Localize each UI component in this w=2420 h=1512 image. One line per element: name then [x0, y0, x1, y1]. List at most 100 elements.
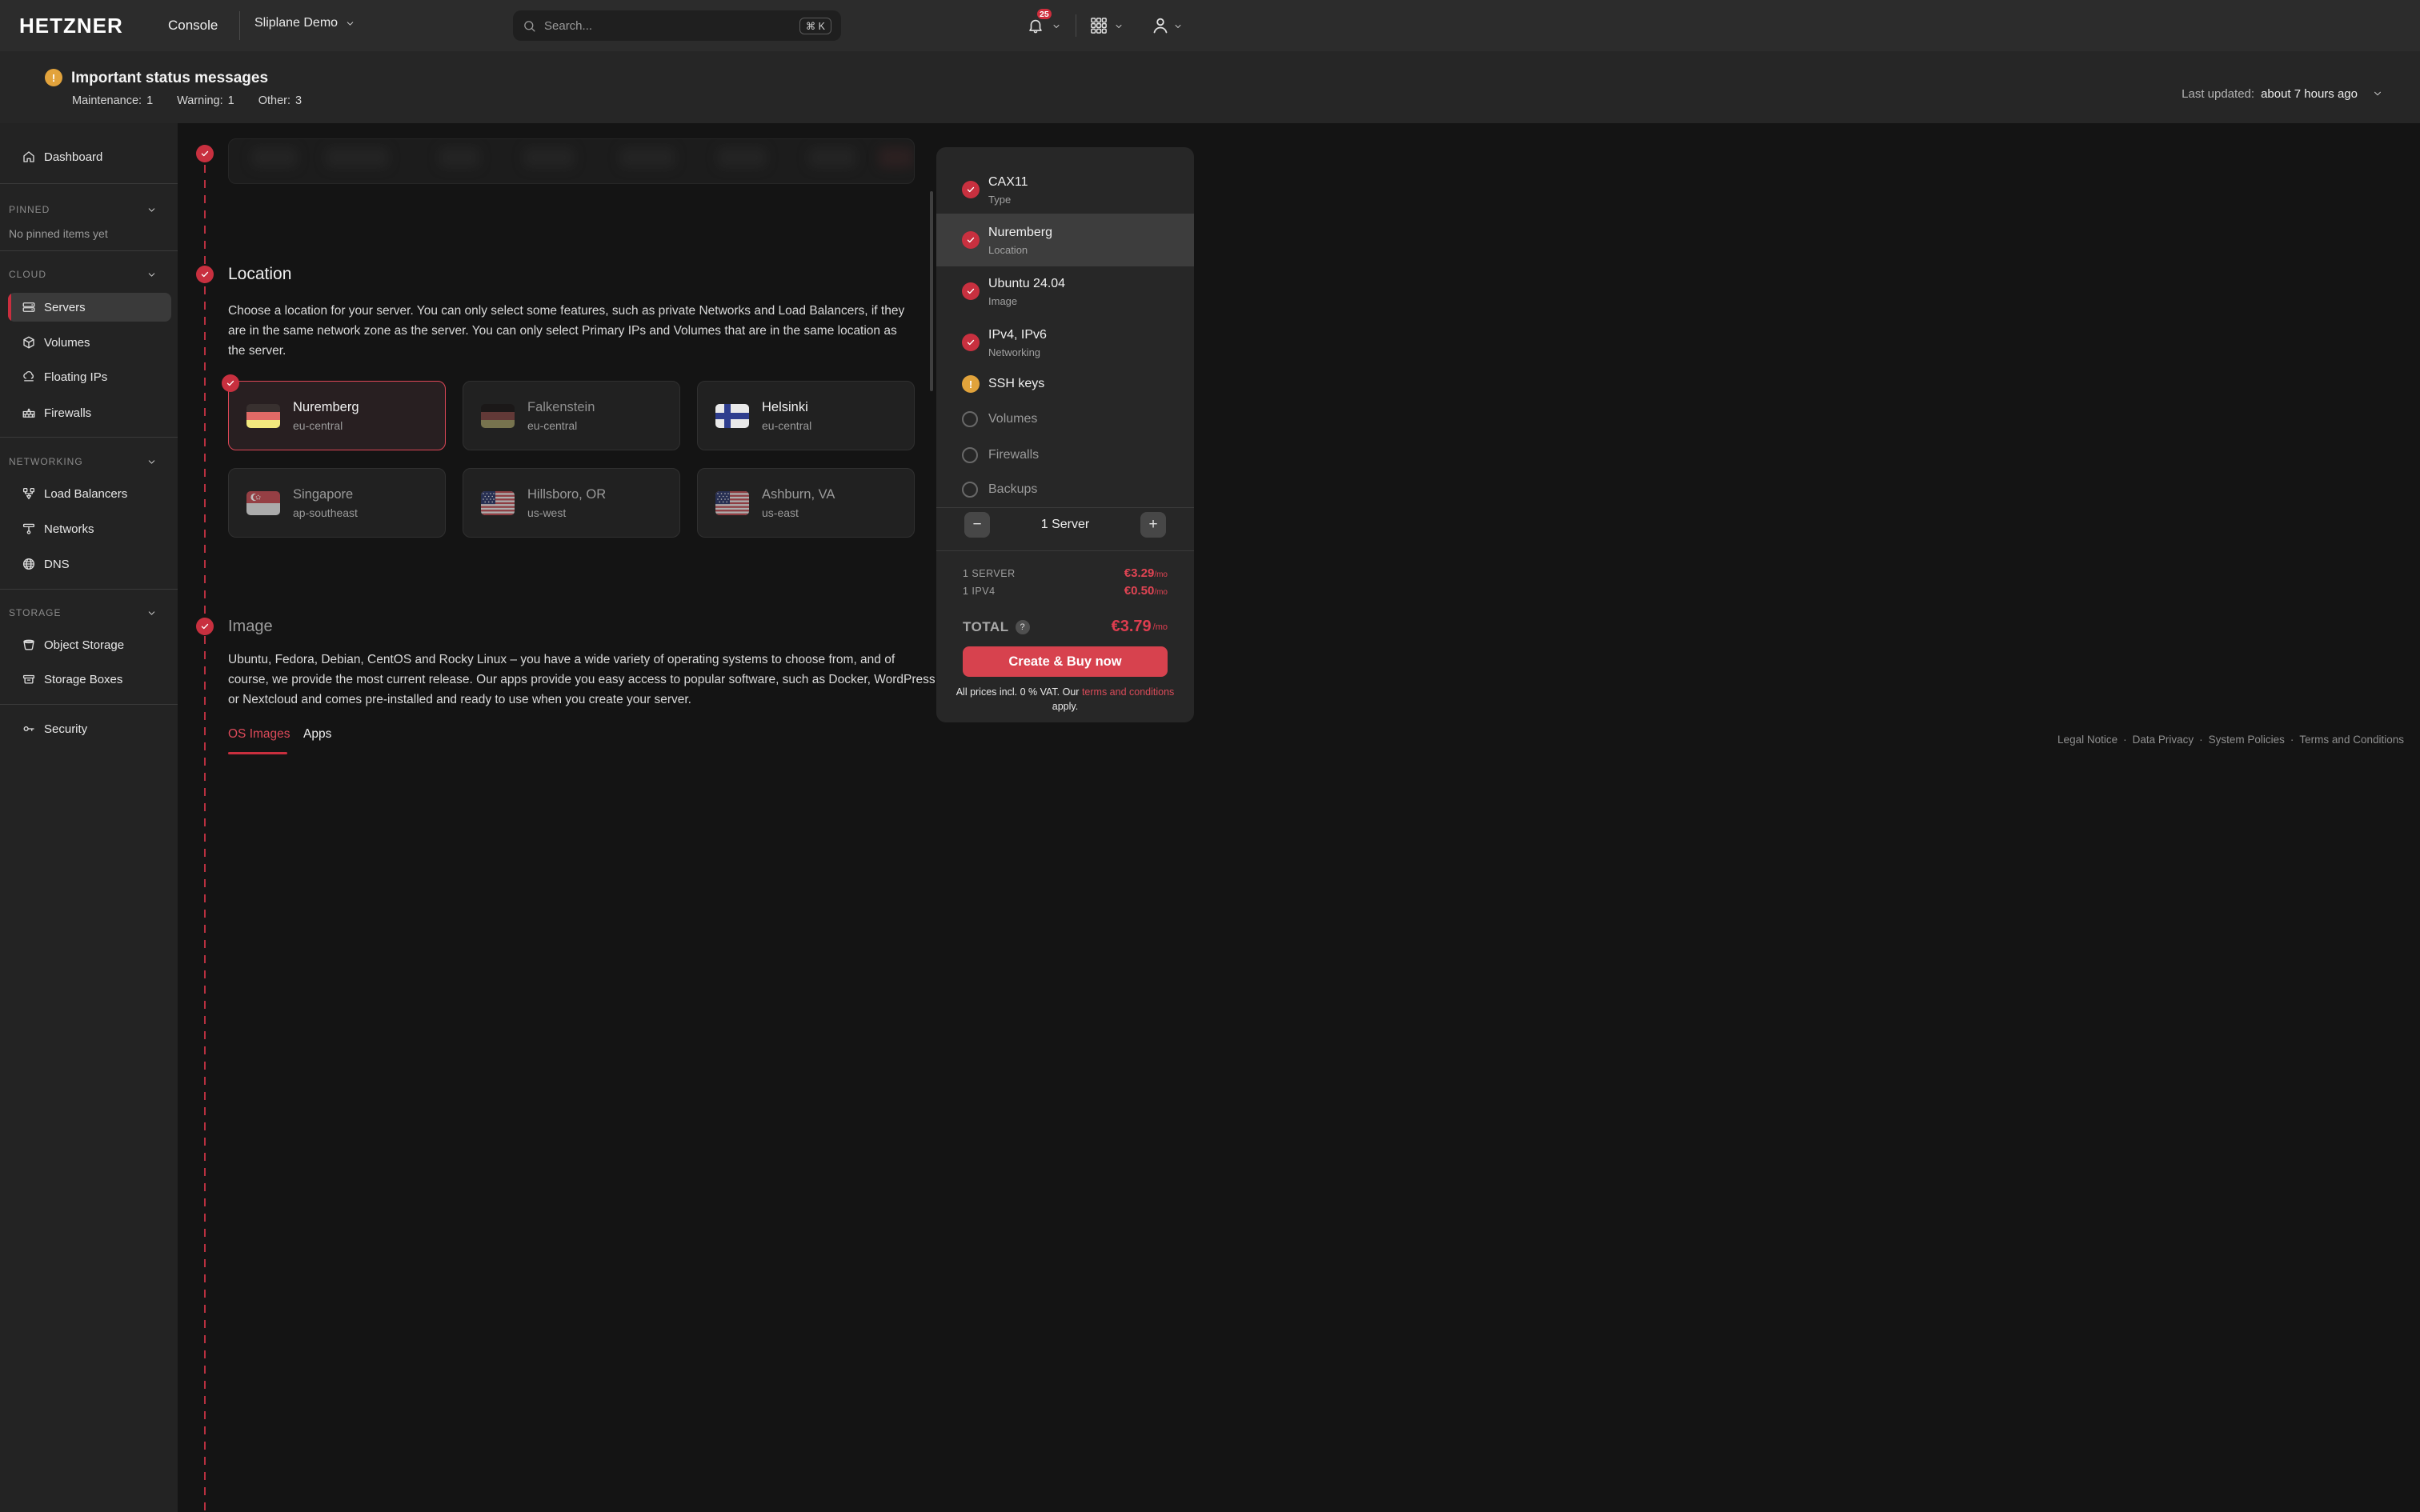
- tab-apps[interactable]: Apps: [303, 727, 331, 742]
- server-count: 1 Server: [991, 518, 1140, 532]
- expand-banner-chevron-icon[interactable]: [2372, 88, 2383, 99]
- sidebar-item-security[interactable]: Security: [0, 715, 178, 742]
- total-price: €3.79: [1112, 618, 1152, 636]
- footer-link-system-policies[interactable]: System Policies: [2209, 734, 2285, 746]
- summary-step-networking[interactable]: IPv4, IPv6 Networking: [936, 316, 1194, 369]
- server-icon: [22, 300, 36, 314]
- check-icon: [962, 181, 980, 198]
- location-card-ashburn[interactable]: Ashburn, VAus-east: [697, 468, 915, 538]
- sidebar-item-volumes[interactable]: Volumes: [0, 329, 178, 356]
- empty-circle-icon: [962, 482, 978, 498]
- summary-step-location[interactable]: Nuremberg Location: [936, 214, 1194, 266]
- apps-grid-icon[interactable]: [1090, 17, 1108, 34]
- user-account-icon[interactable]: [1151, 16, 1170, 35]
- type-section-ghost-content: [619, 147, 675, 168]
- sidebar-item-storage-boxes[interactable]: Storage Boxes: [0, 666, 178, 693]
- location-region: eu-central: [762, 419, 811, 432]
- footer-link-legal-notice[interactable]: Legal Notice: [2057, 734, 2118, 746]
- notifications-chevron-icon[interactable]: [1052, 22, 1061, 31]
- increase-server-count-button[interactable]: +: [1140, 512, 1166, 538]
- apps-chevron-icon[interactable]: [1114, 22, 1124, 31]
- sidebar-section-cloud[interactable]: CLOUD: [9, 268, 178, 281]
- sidebar-item-load-balancers[interactable]: Load Balancers: [0, 480, 178, 507]
- top-bar: HETZNER Console Sliplane Demo ⌘ K 25: [0, 0, 2420, 51]
- panel-divider: [936, 507, 1194, 508]
- project-name: Sliplane Demo: [254, 16, 338, 30]
- location-card-singapore[interactable]: Singaporeap-southeast: [228, 468, 446, 538]
- project-selector[interactable]: Sliplane Demo: [254, 16, 355, 30]
- sidebar-divider: [0, 704, 178, 705]
- location-card-hillsboro[interactable]: Hillsboro, ORus-west: [463, 468, 680, 538]
- load-balancer-icon: [22, 486, 36, 501]
- location-card-helsinki[interactable]: Helsinkieu-central: [697, 381, 915, 450]
- chevron-down-icon: [146, 205, 157, 215]
- summary-step-image[interactable]: Ubuntu 24.04 Image: [936, 265, 1194, 318]
- location-region: eu-central: [293, 419, 359, 432]
- network-icon: [22, 522, 36, 536]
- sidebar-item-object-storage[interactable]: Object Storage: [0, 631, 178, 658]
- left-sidebar: Dashboard PINNED No pinned items yet CLO…: [0, 123, 178, 1512]
- sidebar-item-servers[interactable]: Servers: [8, 293, 171, 322]
- summary-step-ssh-keys[interactable]: ! SSH keys: [936, 366, 1194, 402]
- location-name: Ashburn, VA: [762, 487, 835, 502]
- location-region: ap-southeast: [293, 506, 358, 519]
- sidebar-section-storage[interactable]: STORAGE: [9, 606, 178, 619]
- empty-circle-icon: [962, 447, 978, 463]
- console-label: Console: [168, 18, 218, 34]
- sidebar-divider: [0, 437, 178, 438]
- key-icon: [22, 722, 36, 736]
- image-section-heading: Image: [228, 618, 273, 636]
- summary-step-volumes[interactable]: Volumes: [936, 402, 1194, 437]
- type-section-ghost-content: [717, 147, 767, 168]
- globe-icon: [22, 557, 36, 571]
- status-banner-stats: Maintenance:1 Warning:1 Other:3: [72, 94, 302, 107]
- vat-note: All prices incl. 0 % VAT. Our terms and …: [952, 685, 1178, 714]
- search-input[interactable]: [544, 19, 799, 33]
- image-description: Ubuntu, Fedora, Debian, CentOS and Rocky…: [228, 650, 936, 710]
- price-row-server: 1 SERVER €3.29/mo: [963, 566, 1168, 581]
- sidebar-item-networks[interactable]: Networks: [0, 515, 178, 542]
- image-step-check-icon: [196, 618, 214, 635]
- active-tab-underline: [228, 752, 287, 754]
- last-updated[interactable]: Last updated: about 7 hours ago: [2182, 86, 2383, 102]
- sidebar-item-dns[interactable]: DNS: [0, 550, 178, 578]
- summary-step-type[interactable]: CAX11 Type: [936, 163, 1194, 216]
- create-and-buy-button[interactable]: Create & Buy now: [963, 646, 1168, 677]
- finland-flag-icon: [715, 404, 749, 428]
- check-icon: [962, 231, 980, 249]
- footer-link-terms[interactable]: Terms and Conditions: [2299, 734, 2404, 746]
- location-region: eu-central: [527, 419, 595, 432]
- location-card-nuremberg[interactable]: Nurembergeu-central: [228, 381, 446, 450]
- footer-link-data-privacy[interactable]: Data Privacy: [2133, 734, 2194, 746]
- sidebar-item-dashboard[interactable]: Dashboard: [0, 143, 178, 170]
- price-row-ipv4: 1 IPV4 €0.50/mo: [963, 584, 1168, 598]
- sidebar-section-networking[interactable]: NETWORKING: [9, 455, 178, 468]
- firewall-icon: [22, 406, 36, 420]
- sidebar-item-firewalls[interactable]: Firewalls: [0, 399, 178, 426]
- summary-step-backups[interactable]: Backups: [936, 472, 1194, 507]
- user-chevron-icon[interactable]: [1173, 22, 1183, 31]
- server-create-wizard: Type Location Choose a location for your…: [178, 123, 2420, 1512]
- decrease-server-count-button[interactable]: −: [964, 512, 990, 538]
- empty-circle-icon: [962, 411, 978, 427]
- search-icon: [523, 19, 536, 33]
- terms-and-conditions-link[interactable]: terms and conditions: [1082, 686, 1174, 698]
- singapore-flag-icon: [246, 491, 280, 515]
- sidebar-item-floating-ips[interactable]: Floating IPs: [0, 363, 178, 390]
- search-bar[interactable]: ⌘ K: [513, 10, 841, 41]
- summary-step-firewalls[interactable]: Firewalls: [936, 438, 1194, 473]
- location-description: Choose a location for your server. You c…: [228, 301, 915, 361]
- check-icon: [962, 334, 980, 351]
- pinned-empty-text: No pinned items yet: [9, 227, 108, 240]
- bucket-icon: [22, 638, 36, 652]
- sidebar-section-pinned[interactable]: PINNED: [9, 203, 178, 216]
- step-connector-line: [204, 165, 206, 1512]
- location-card-falkenstein[interactable]: Falkensteineu-central: [463, 381, 680, 450]
- warning-stat: Warning:1: [177, 94, 234, 107]
- help-icon[interactable]: ?: [1016, 620, 1030, 634]
- type-section-ghost-content: [523, 147, 575, 168]
- tab-os-images[interactable]: OS Images: [228, 727, 290, 742]
- scrollbar-thumb[interactable]: [930, 191, 933, 391]
- germany-flag-icon: [481, 404, 515, 428]
- last-updated-label: Last updated:: [2182, 87, 2254, 101]
